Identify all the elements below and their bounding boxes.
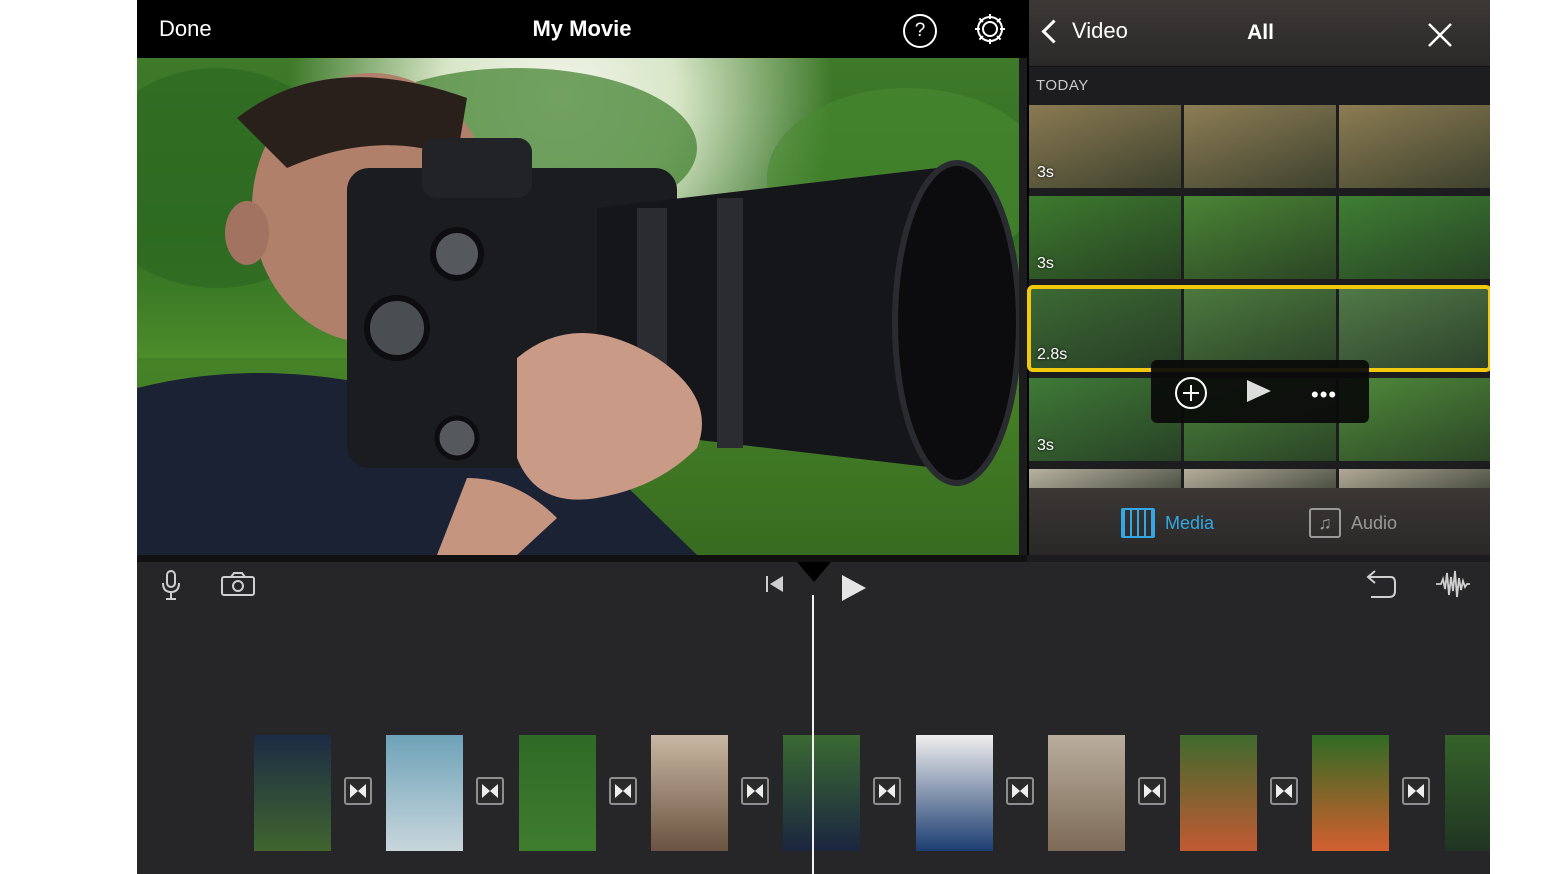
browser-header: Video All	[1029, 0, 1490, 67]
project-title: My Movie	[532, 16, 632, 41]
skip-to-start-icon[interactable]	[765, 575, 785, 593]
tab-audio-label: Audio	[1351, 512, 1398, 533]
timeline-clip[interactable]	[1047, 735, 1125, 851]
transition-icon[interactable]	[873, 777, 902, 805]
transition-icon[interactable]	[1402, 777, 1431, 805]
preview-frame-image	[137, 68, 1019, 555]
timeline-clip[interactable]	[1180, 735, 1258, 851]
clip-row[interactable]	[1029, 469, 1490, 489]
transition-icon[interactable]	[1005, 777, 1034, 805]
browser-title: All	[1247, 21, 1274, 44]
microphone-icon[interactable]	[161, 570, 181, 600]
viewer-divider	[137, 555, 1027, 562]
close-icon[interactable]	[1427, 22, 1453, 48]
clip-thumbnail[interactable]	[1029, 469, 1181, 489]
tab-media-label: Media	[1165, 512, 1215, 533]
transition-icon[interactable]	[344, 777, 372, 805]
timeline-clip[interactable]	[650, 735, 728, 851]
timeline-clip[interactable]	[386, 735, 464, 851]
clip-thumbnail[interactable]	[1184, 287, 1336, 370]
clip-thumbnail[interactable]	[1339, 196, 1490, 279]
timeline-clip[interactable]	[1312, 735, 1390, 851]
gear-icon[interactable]	[973, 12, 1007, 46]
viewer-toolbar: Done My Movie ?	[137, 0, 1027, 58]
tab-audio[interactable]: ♫ Audio	[1309, 508, 1397, 538]
more-options-button[interactable]: •••	[1311, 382, 1337, 408]
transition-icon[interactable]	[1270, 777, 1299, 805]
clip-thumbnail[interactable]	[1339, 105, 1490, 188]
video-preview[interactable]	[137, 58, 1019, 555]
clip-thumbnail[interactable]	[1339, 287, 1490, 370]
clip-duration: 3s	[1037, 437, 1054, 454]
play-icon[interactable]	[840, 573, 868, 603]
clip-thumbnail[interactable]	[1339, 469, 1490, 489]
section-header-today: TODAY	[1036, 77, 1089, 94]
clip-row[interactable]: 3s	[1029, 196, 1490, 279]
transition-icon[interactable]	[608, 777, 637, 805]
timeline-clip[interactable]	[254, 735, 331, 851]
transition-icon[interactable]	[1137, 777, 1166, 805]
music-note-icon: ♫	[1309, 508, 1341, 538]
camera-icon[interactable]	[221, 572, 255, 596]
clip-action-popup: •••	[1151, 360, 1369, 423]
transition-icon[interactable]	[476, 777, 505, 805]
imovie-app: Done My Movie ? Video All TODAY 3s 3s 2.…	[137, 0, 1490, 874]
timeline-clip[interactable]	[518, 735, 596, 851]
film-strip-icon	[1121, 508, 1155, 538]
clip-row[interactable]: 3s	[1029, 105, 1490, 188]
tab-media[interactable]: Media	[1121, 508, 1214, 538]
clip-thumbnail[interactable]	[1184, 196, 1336, 279]
add-to-project-icon[interactable]	[1175, 377, 1207, 409]
browser-tab-bar: Media ♫ Audio	[1029, 488, 1490, 555]
play-clip-icon[interactable]	[1247, 380, 1271, 402]
audio-waveform-icon[interactable]	[1435, 569, 1471, 599]
clip-duration: 3s	[1037, 164, 1054, 181]
clip-duration: 2.8s	[1037, 346, 1068, 363]
help-button[interactable]: ?	[903, 14, 937, 48]
undo-icon[interactable]	[1365, 569, 1397, 599]
playhead-marker	[797, 562, 831, 582]
clip-row[interactable]: 2.8s	[1029, 287, 1490, 370]
clip-thumbnail[interactable]	[1184, 105, 1336, 188]
timeline-clip[interactable]	[915, 735, 993, 851]
clip-duration: 3s	[1037, 255, 1054, 272]
timeline-clip[interactable]	[1444, 735, 1490, 851]
playhead-line[interactable]	[812, 595, 814, 874]
transition-icon[interactable]	[740, 777, 769, 805]
timeline-clip[interactable]	[783, 735, 861, 851]
clip-thumbnail[interactable]	[1184, 469, 1336, 489]
media-browser: Video All TODAY 3s 3s 2.8s 3s ••• Media ♫ A…	[1027, 0, 1490, 555]
